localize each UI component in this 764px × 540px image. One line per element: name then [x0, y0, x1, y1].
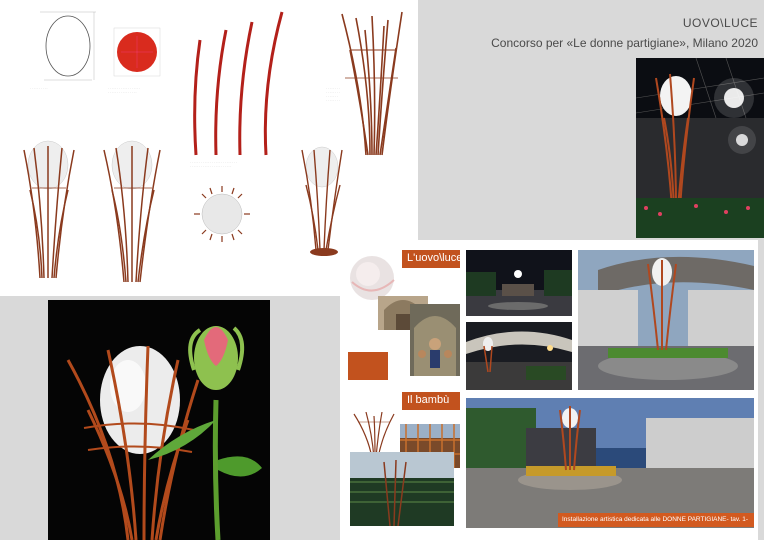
- note-egg: · · · · · · · · · ·: [30, 86, 48, 90]
- page-title: UOVO\LUCE: [682, 16, 758, 30]
- photo-plaza-panorama: [466, 398, 754, 528]
- page-subtitle: Concorso per «Le donne partigiane», Mila…: [491, 36, 758, 50]
- title-block: UOVO\LUCE Concorso per «Le donne partigi…: [491, 16, 758, 50]
- sculpture-2: [103, 140, 161, 283]
- bamboo-field-photo: [350, 452, 454, 526]
- board-caption: Installazione artistica dedicata alle DO…: [558, 513, 754, 527]
- label-bambu-text: Il bambù: [407, 394, 450, 406]
- photo-rose-egg: [48, 300, 270, 540]
- note-sculpture: · · · · · · · · · · · · · · · · · · · · · …: [326, 86, 340, 102]
- sculpture-3: [301, 146, 343, 256]
- note-rods: · · · · · · · · · · · · · · · · · · · · …: [190, 160, 237, 168]
- painting-madonna-thumb: [410, 304, 460, 376]
- label-uovo: L'uovo\luce: [402, 250, 463, 268]
- photo-plaza-night-1: [466, 250, 572, 316]
- egg-sketch: [348, 252, 398, 302]
- sculpture-top-view: [194, 186, 250, 242]
- label-bambu: Il bambù: [402, 392, 460, 410]
- text-block-orange: [348, 352, 388, 380]
- photo-night-installation: [636, 58, 764, 238]
- photo-plaza-day: [578, 250, 754, 390]
- sculpture-1: [23, 140, 75, 279]
- photo-plaza-night-2: [466, 322, 572, 390]
- label-uovo-text: L'uovo\luce: [407, 252, 463, 264]
- note-disc: · · · · · · · · · · · · · · · · · · · · ·…: [108, 86, 141, 94]
